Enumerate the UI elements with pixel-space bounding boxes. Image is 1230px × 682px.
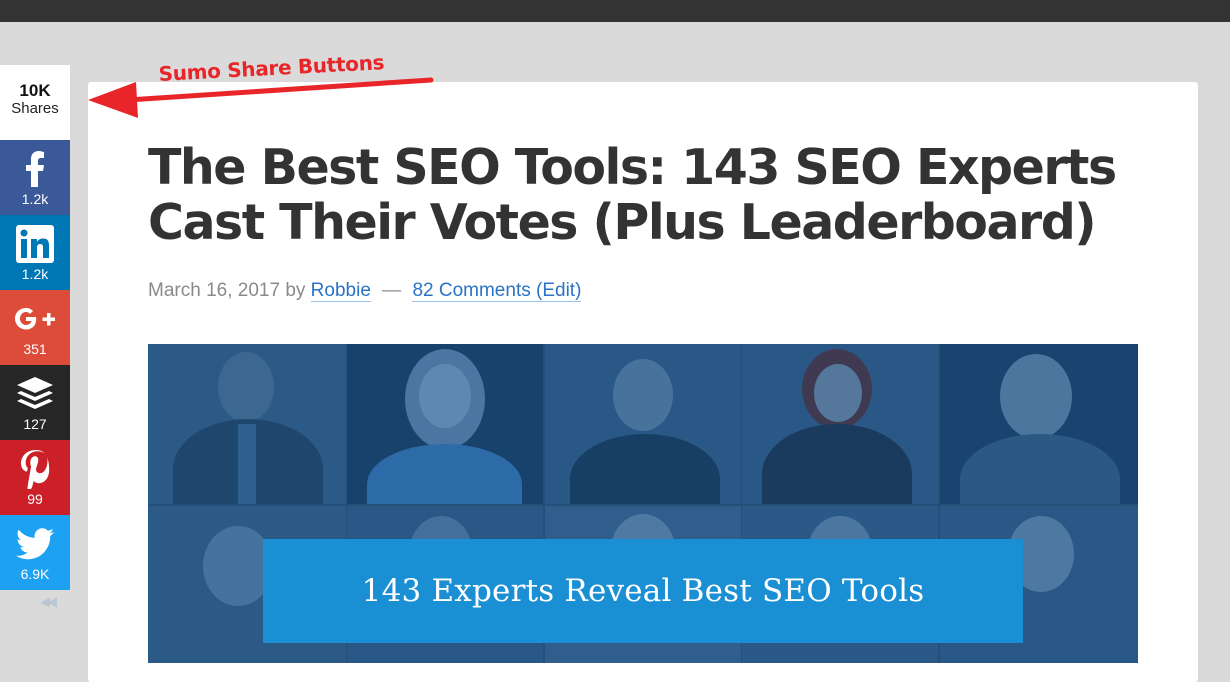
twitter-share-count: 6.9K: [20, 566, 50, 582]
comments-link[interactable]: 82 Comments (Edit): [412, 280, 582, 302]
google-plus-icon: [0, 298, 70, 340]
hero-banner: 143 Experts Reveal Best SEO Tools: [263, 539, 1023, 643]
expert-photo: [347, 344, 543, 504]
expert-photo: [940, 344, 1138, 504]
facebook-icon: [0, 148, 70, 190]
article-by: by: [285, 280, 306, 301]
article-meta: March 16, 2017 by Robbie — 82 Comments (…: [148, 280, 582, 302]
expert-photo: [545, 344, 741, 504]
google-plus-share-button[interactable]: 351: [0, 290, 70, 365]
pinterest-share-count: 99: [27, 491, 43, 507]
facebook-share-button[interactable]: 1.2k: [0, 140, 70, 215]
expert-photo: [148, 344, 346, 504]
linkedin-icon: [0, 223, 70, 265]
collapse-share-bar-icon[interactable]: ◀◀: [40, 594, 70, 614]
google-plus-share-count: 351: [23, 341, 47, 357]
expert-photo: [742, 344, 938, 504]
article-title: The Best SEO Tools: 143 SEO Experts Cast…: [148, 139, 1117, 251]
share-total-label: Shares: [11, 100, 59, 117]
linkedin-share-button[interactable]: 1.2k: [0, 215, 70, 290]
twitter-icon: [0, 523, 70, 565]
article-date: March 16, 2017: [148, 280, 281, 301]
linkedin-share-count: 1.2k: [21, 266, 49, 282]
browser-top-bar: [0, 0, 1230, 22]
share-total-count: 10K: [19, 81, 51, 100]
twitter-share-button[interactable]: 6.9K: [0, 515, 70, 590]
pinterest-icon: [0, 448, 70, 490]
edit-label: (Edit): [536, 280, 582, 301]
buffer-share-count: 127: [23, 416, 47, 432]
share-total: 10K Shares: [0, 65, 70, 140]
facebook-share-count: 1.2k: [21, 191, 49, 207]
comments-label: 82 Comments: [412, 280, 531, 301]
buffer-share-button[interactable]: 127: [0, 365, 70, 440]
author-link[interactable]: Robbie: [310, 280, 371, 302]
buffer-icon: [0, 373, 70, 415]
meta-separator: —: [382, 280, 402, 301]
pinterest-share-button[interactable]: 99: [0, 440, 70, 515]
